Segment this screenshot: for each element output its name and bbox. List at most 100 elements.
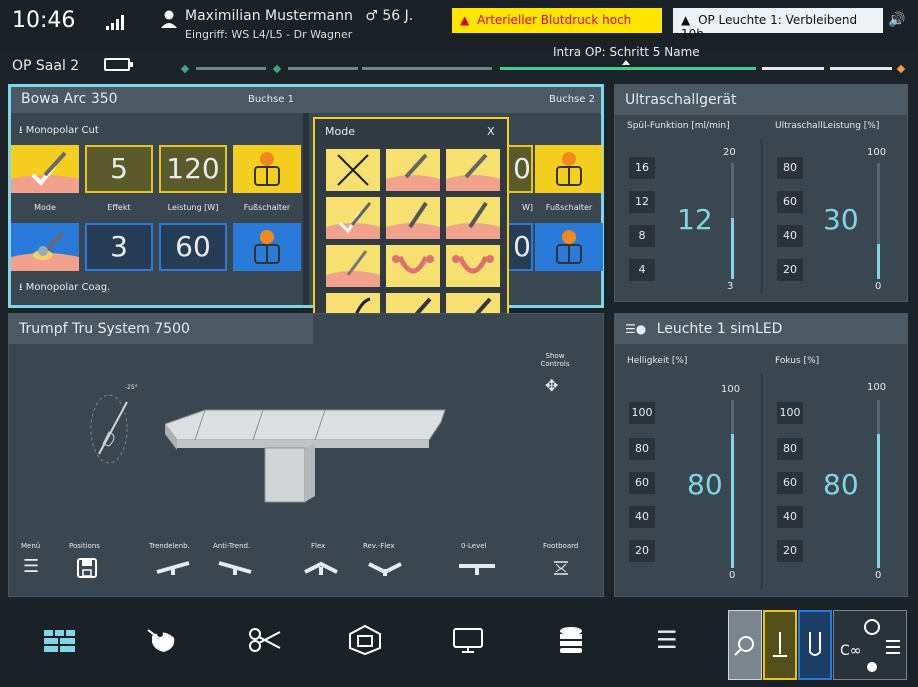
- hell-preset-80[interactable]: 80: [629, 438, 655, 460]
- leistung-max: 100: [867, 147, 887, 158]
- spuel-preset-8[interactable]: 8: [629, 225, 655, 247]
- progress-marker-end: [896, 64, 906, 74]
- mode-option-6[interactable]: [446, 197, 500, 239]
- tilt-angle-gauge: [90, 394, 128, 464]
- menu-label: Menü: [21, 542, 41, 550]
- uterus-icon: [452, 255, 494, 274]
- spuel-max: 20: [723, 147, 736, 158]
- footswitch-icon: [556, 230, 582, 264]
- hell-preset-60[interactable]: 60: [629, 472, 655, 494]
- leistung-label: UltraschallLeistung [%]: [775, 121, 880, 131]
- zoom-button[interactable]: [728, 610, 762, 680]
- cut-label: ⭳ Monopolar Cut: [19, 125, 99, 136]
- socket2-footswitch-coag[interactable]: [535, 223, 603, 271]
- mode-option-5[interactable]: [386, 197, 440, 239]
- leistung-preset-40[interactable]: 40: [777, 225, 803, 247]
- spuel-preset-12[interactable]: 12: [629, 191, 655, 213]
- footboard-icon[interactable]: [553, 560, 569, 576]
- fokus-preset-60[interactable]: 60: [777, 472, 803, 494]
- mode-cut-button[interactable]: [11, 145, 79, 193]
- footswitch-icon: [254, 152, 280, 186]
- effect-coag-value[interactable]: 3: [85, 223, 153, 271]
- move-arrows-icon[interactable]: ✥: [545, 376, 558, 395]
- fokus-preset-80[interactable]: 80: [777, 438, 803, 460]
- spuel-preset-16[interactable]: 16: [629, 157, 655, 179]
- room-label: OP Saal 2: [12, 58, 80, 74]
- leistung-slider-fill: [877, 244, 880, 279]
- tilt-angle-label: -25°: [125, 384, 138, 391]
- instrument-icon: [386, 153, 440, 191]
- socket2-fussschalter-label: Fußschalter: [545, 203, 593, 212]
- mode-option-uterus-1[interactable]: [386, 245, 440, 287]
- leistung-preset-60[interactable]: 60: [777, 191, 803, 213]
- spuel-preset-4[interactable]: 4: [629, 259, 655, 281]
- alert-light-remaining[interactable]: ▲ OP Leuchte 1: Verbleibend 10h: [673, 8, 883, 41]
- effect-cut-value[interactable]: 5: [85, 145, 153, 193]
- coag-mode-quick-button[interactable]: [798, 610, 832, 680]
- fokus-max: 100: [867, 382, 887, 393]
- instruments-icon[interactable]: [248, 626, 282, 654]
- flex-icon[interactable]: [303, 560, 339, 576]
- mode-option-3[interactable]: [446, 149, 500, 191]
- power-coag-value[interactable]: 60: [159, 223, 227, 271]
- instrument-icon: [326, 250, 380, 287]
- database-icon[interactable]: [558, 626, 584, 654]
- footswitch-cut-button[interactable]: [233, 145, 301, 193]
- mode-option-4[interactable]: [326, 197, 380, 239]
- power-cut-value[interactable]: 120: [159, 145, 227, 193]
- op-table-illustration: [165, 409, 446, 503]
- footswitch-icon: [556, 152, 582, 186]
- bowa-panel: Bowa Arc 350 Buchse 1 Buchse 2 ⭳ Monopol…: [8, 84, 604, 308]
- fokus-value: 80: [823, 468, 859, 501]
- table-title: Trumpf Tru System 7500: [9, 314, 313, 344]
- fokus-preset-20[interactable]: 20: [777, 540, 803, 562]
- socket2-label: Buchse 2: [549, 94, 595, 105]
- leistung-preset-80[interactable]: 80: [777, 157, 803, 179]
- mode-option-uterus-2[interactable]: [446, 245, 500, 287]
- fokus-min: 0: [875, 570, 882, 581]
- none-icon: [337, 154, 369, 186]
- hell-preset-40[interactable]: 40: [629, 506, 655, 528]
- spuel-slider[interactable]: [731, 163, 734, 279]
- device-shortcuts-button[interactable]: C∞: [833, 610, 907, 680]
- hell-preset-100[interactable]: 100: [629, 402, 655, 424]
- ultrasound-panel: Ultraschallgerät Spül-Funktion [ml/min] …: [614, 84, 908, 302]
- instrument-icon: [446, 201, 500, 239]
- menu-icon[interactable]: ☰: [23, 558, 39, 576]
- anti-trend-icon[interactable]: [217, 560, 253, 576]
- leistung-slider[interactable]: [877, 163, 880, 279]
- save-icon[interactable]: [77, 558, 97, 578]
- speaker-icon[interactable]: 🔊: [888, 12, 905, 28]
- hamburger-menu-icon[interactable]: ☰: [656, 626, 678, 654]
- dashboard-icon[interactable]: [44, 630, 76, 652]
- alert-blood-pressure[interactable]: ▲ Arterieller Blutdruck hoch: [452, 8, 662, 33]
- 3d-view-icon[interactable]: [348, 624, 382, 656]
- bipolar-icon: [809, 632, 821, 656]
- mode-coag-button[interactable]: [11, 223, 79, 271]
- trendelenburg-icon[interactable]: [155, 560, 191, 576]
- anesthesia-icon[interactable]: [146, 626, 180, 654]
- helligkeit-slider[interactable]: [731, 400, 734, 568]
- footboard-label: Footboard: [543, 542, 579, 550]
- rev-flex-icon[interactable]: [367, 560, 403, 576]
- footswitch-coag-button[interactable]: [233, 223, 301, 271]
- monitor-icon[interactable]: [452, 628, 484, 654]
- fokus-preset-40[interactable]: 40: [777, 506, 803, 528]
- zero-level-icon[interactable]: [457, 560, 497, 576]
- procedure-info: Eingriff: WS L4/L5 - Dr Wagner: [185, 28, 353, 41]
- socket2-footswitch-cut[interactable]: [535, 145, 603, 193]
- instrument-icon: [446, 153, 500, 191]
- mode-option-2[interactable]: [386, 149, 440, 191]
- fokus-slider[interactable]: [877, 400, 880, 568]
- mode-option-none[interactable]: [326, 149, 380, 191]
- mode-option-7[interactable]: [326, 245, 380, 287]
- show-controls-label: Show Controls: [540, 352, 570, 368]
- hell-preset-20[interactable]: 20: [629, 540, 655, 562]
- fokus-preset-100[interactable]: 100: [777, 402, 803, 424]
- leistung-preset-20[interactable]: 20: [777, 259, 803, 281]
- cut-mode-quick-button[interactable]: [763, 610, 797, 680]
- progress-track: [180, 60, 906, 74]
- mode-popup-close[interactable]: X: [487, 125, 495, 138]
- ultrasound-title: Ultraschallgerät: [615, 85, 907, 115]
- user-icon: [161, 10, 177, 28]
